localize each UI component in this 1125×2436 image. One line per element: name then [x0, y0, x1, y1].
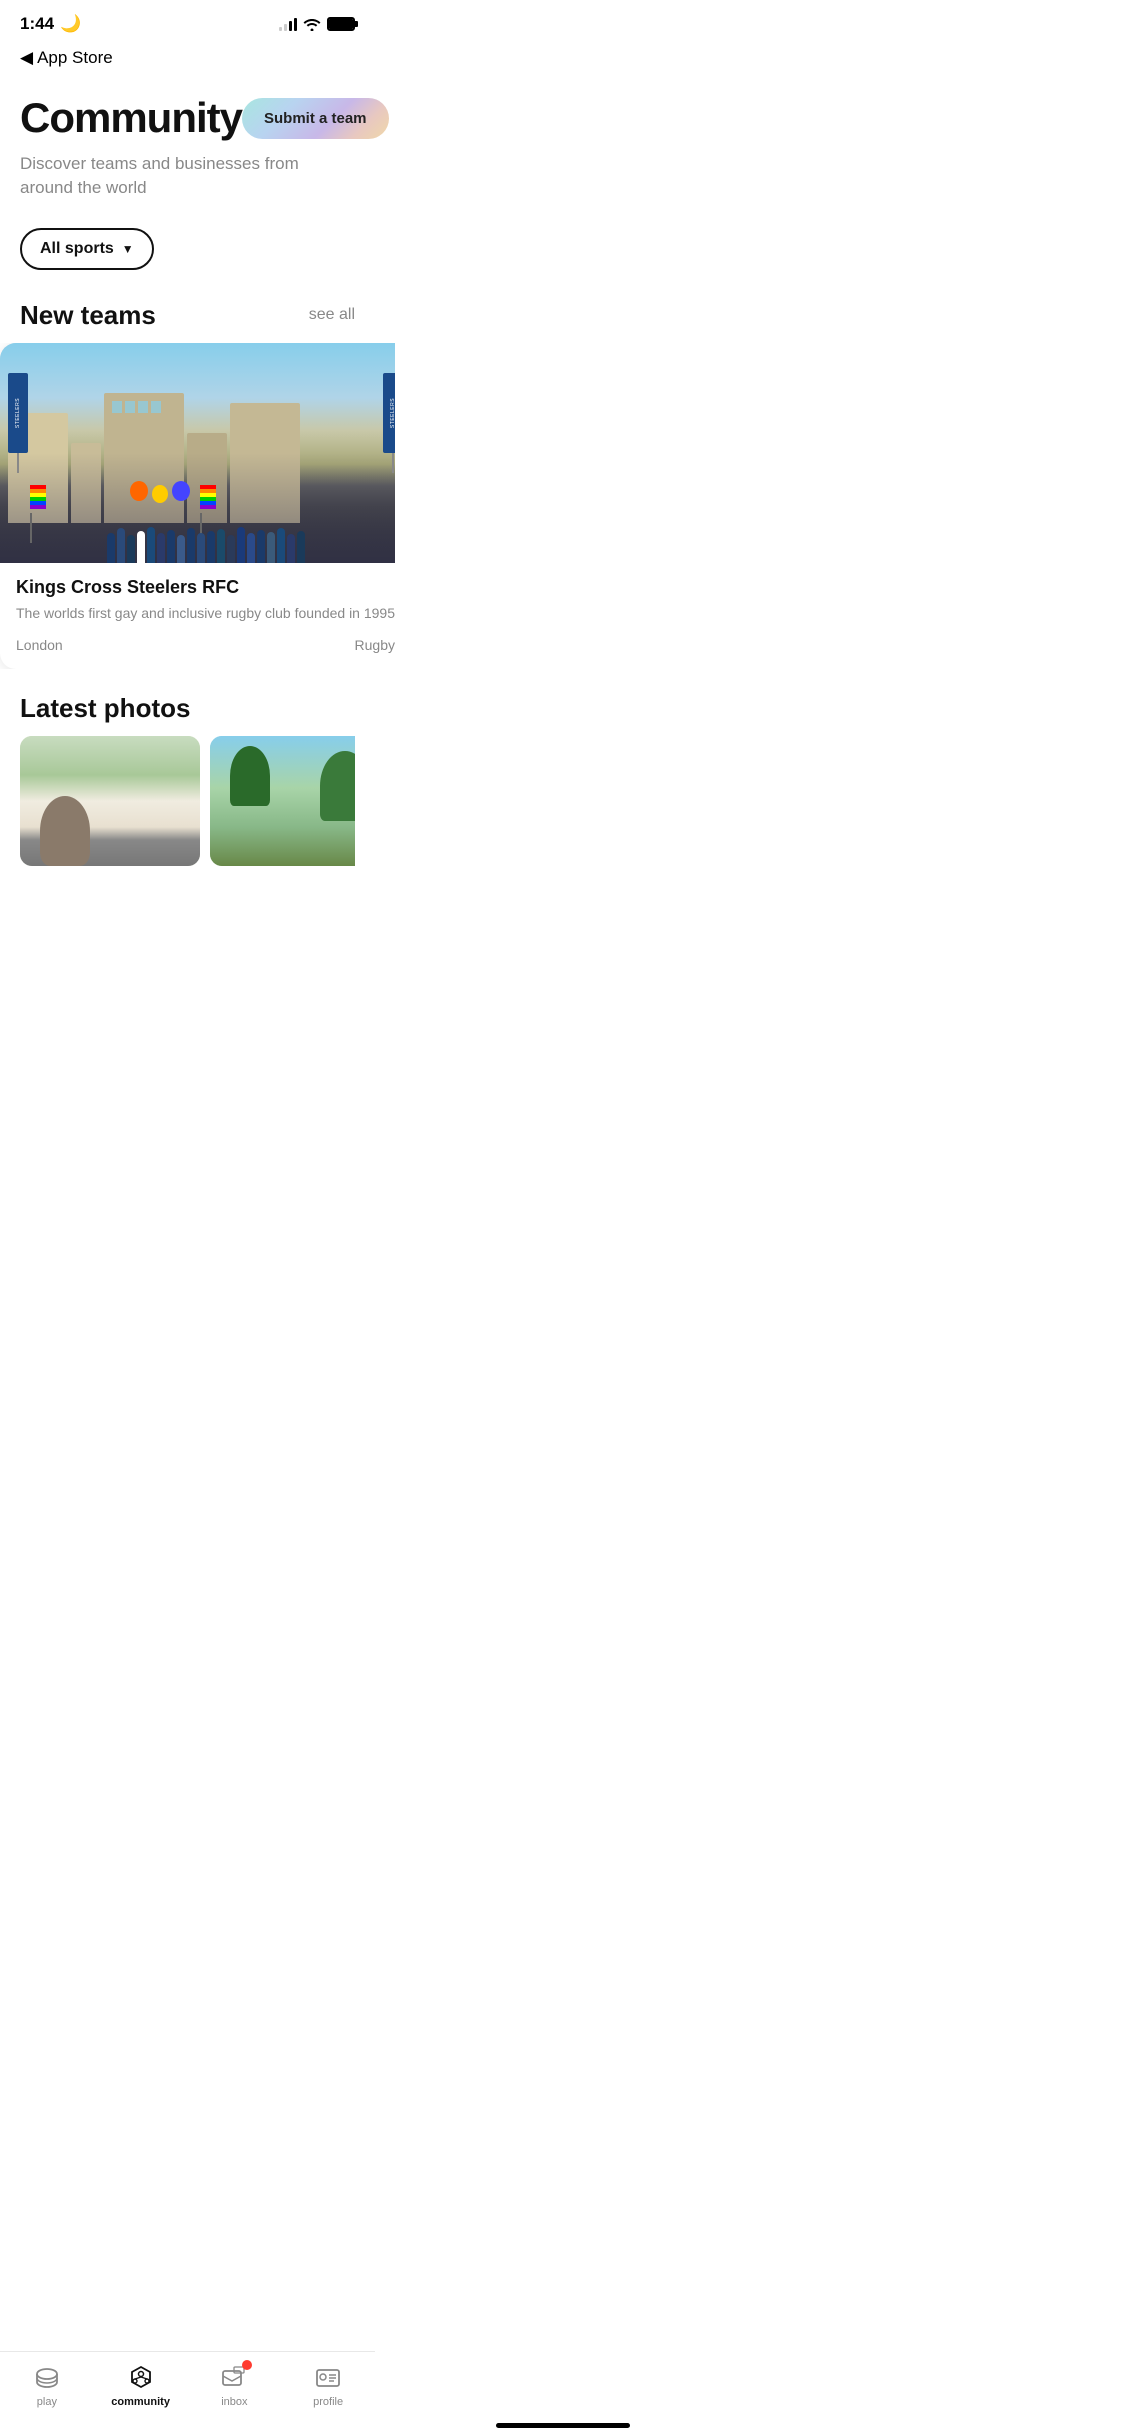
team-meta: London Rugby	[16, 637, 395, 653]
team-card-body: Kings Cross Steelers RFC The worlds firs…	[0, 563, 395, 670]
profile-icon	[314, 2364, 342, 2392]
latest-photos-title: Latest photos	[20, 693, 355, 724]
photos-grid	[20, 736, 355, 866]
teams-scroll: STEELERS STEELERS	[0, 343, 395, 670]
nav-play[interactable]: play	[12, 2364, 82, 2408]
back-button[interactable]: ◀ App Store	[0, 42, 375, 74]
page-subtitle: Discover teams and businesses from aroun…	[20, 152, 355, 200]
photo-item[interactable]	[20, 736, 200, 866]
team-card-image: STEELERS STEELERS	[0, 343, 395, 563]
nav-community-label: community	[111, 2396, 170, 2408]
inbox-icon	[220, 2364, 248, 2392]
nav-inbox[interactable]: inbox	[199, 2364, 269, 2408]
photo-item[interactable]	[210, 736, 355, 866]
team-description: The worlds first gay and inclusive rugby…	[16, 604, 395, 624]
new-teams-title: New teams	[20, 300, 156, 331]
status-bar: 1:44 🌙	[0, 0, 375, 42]
see-all-link[interactable]: see all	[309, 306, 355, 324]
home-indicator	[496, 2423, 630, 2428]
nav-play-label: play	[37, 2396, 57, 2408]
page-title: Community	[20, 94, 242, 142]
team-sport: Rugby	[355, 637, 395, 653]
team-name: Kings Cross Steelers RFC	[16, 577, 395, 598]
nav-community[interactable]: community	[106, 2364, 176, 2408]
back-chevron-icon: ◀	[20, 48, 33, 68]
header-row: Community Submit a team	[20, 94, 355, 142]
submit-team-button[interactable]: Submit a team	[242, 98, 389, 139]
nav-profile-label: profile	[313, 2396, 343, 2408]
signal-icon	[279, 17, 297, 31]
battery-icon	[327, 17, 355, 31]
bottom-nav: play community inbox	[0, 2351, 375, 2436]
play-icon	[33, 2364, 61, 2392]
main-content: Community Submit a team Discover teams a…	[0, 74, 375, 331]
community-icon	[127, 2364, 155, 2392]
dropdown-icon: ▼	[122, 242, 134, 256]
filter-container: All sports ▼	[20, 228, 355, 270]
nav-profile[interactable]: profile	[293, 2364, 363, 2408]
new-teams-section-header: New teams see all	[20, 300, 355, 331]
nav-inbox-label: inbox	[221, 2396, 247, 2408]
team-location: London	[16, 637, 63, 653]
inbox-badge	[242, 2360, 252, 2370]
status-time: 1:44 🌙	[20, 14, 81, 34]
status-indicators	[279, 17, 355, 31]
sports-filter-button[interactable]: All sports ▼	[20, 228, 154, 270]
moon-icon: 🌙	[60, 14, 81, 34]
team-card[interactable]: STEELERS STEELERS	[0, 343, 395, 670]
latest-photos-section: Latest photos	[0, 693, 375, 866]
wifi-icon	[303, 17, 321, 31]
